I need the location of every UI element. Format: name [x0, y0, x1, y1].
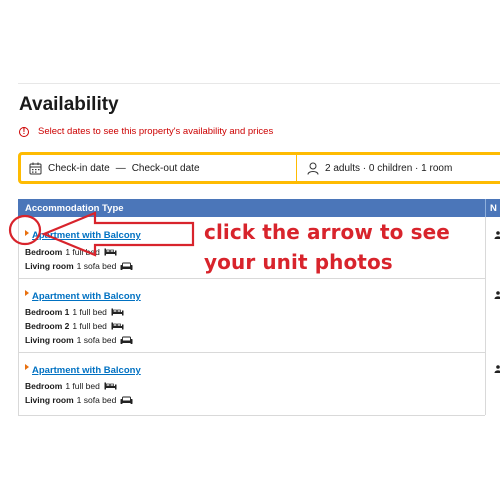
row-divider — [18, 415, 485, 416]
availability-search-bar: Check-in date — Check-out date 2 adults … — [18, 152, 500, 184]
table-right-border — [485, 217, 486, 415]
bed-room-value: 1 full bed — [72, 307, 107, 317]
date-separator: — — [115, 162, 126, 174]
room-name-link[interactable]: Apartment with Balcony — [32, 230, 141, 241]
bed-room-label: Living room — [25, 261, 74, 271]
double-bed-icon — [104, 382, 117, 390]
bed-room-label: Bedroom 2 — [25, 321, 70, 331]
bed-info: Bedroom 1 1 full bed — [25, 307, 124, 317]
date-alert: ! Select dates to see this property's av… — [19, 126, 273, 137]
double-bed-icon — [104, 248, 117, 256]
top-divider — [18, 83, 500, 84]
bed-info: Living room 1 sofa bed — [25, 395, 133, 405]
bed-room-value: 1 sofa bed — [76, 335, 117, 345]
bed-room-label: Bedroom — [25, 381, 63, 391]
sofa-bed-icon — [120, 262, 133, 271]
room-table-header: Accommodation Type N — [18, 199, 500, 217]
bed-info: Bedroom 2 1 full bed — [25, 321, 124, 331]
bed-room-label: Bedroom 1 — [25, 307, 70, 317]
double-bed-icon — [111, 308, 124, 316]
table-row: Apartment with Balcony Bedroom 1 full be… — [18, 353, 500, 415]
sofa-bed-icon — [120, 396, 133, 405]
accommodation-type-header: Accommodation Type — [25, 203, 124, 214]
bed-room-value: 1 full bed — [72, 321, 107, 331]
room-name-link[interactable]: Apartment with Balcony — [32, 365, 141, 376]
guests-value: 2 adults · 0 children · 1 room — [325, 162, 453, 174]
page-title: Availability — [19, 94, 119, 115]
occupancy-person-icon — [494, 291, 500, 299]
expand-arrow-icon[interactable] — [25, 230, 29, 236]
calendar-icon — [29, 162, 42, 175]
annotation-text-line-2: your unit photos — [204, 250, 393, 274]
occupancy-person-icon — [494, 231, 500, 239]
bed-room-value: 1 sofa bed — [76, 395, 117, 405]
date-picker-field[interactable]: Check-in date — Check-out date — [21, 155, 297, 181]
checkout-placeholder: Check-out date — [131, 162, 200, 174]
bed-room-label: Living room — [25, 395, 74, 405]
table-row: Apartment with Balcony Bedroom 1 1 full … — [18, 279, 500, 352]
checkin-placeholder: Check-in date — [48, 162, 110, 174]
expand-arrow-icon[interactable] — [25, 290, 29, 296]
bed-room-label: Bedroom — [25, 247, 63, 257]
sofa-bed-icon — [120, 336, 133, 345]
guests-selector[interactable]: 2 adults · 0 children · 1 room — [297, 155, 500, 181]
annotation-text-line-1: click the arrow to see — [204, 220, 450, 244]
person-icon — [307, 162, 319, 175]
double-bed-icon — [111, 322, 124, 330]
bed-info: Bedroom 1 full bed — [25, 247, 117, 257]
bed-info: Living room 1 sofa bed — [25, 261, 133, 271]
bed-room-value: 1 full bed — [65, 247, 100, 257]
alert-text: Select dates to see this property's avai… — [38, 126, 274, 137]
occupancy-person-icon — [494, 365, 500, 373]
alert-circle-icon: ! — [19, 126, 29, 137]
expand-arrow-icon[interactable] — [25, 364, 29, 370]
bed-room-value: 1 sofa bed — [76, 261, 117, 271]
room-name-link[interactable]: Apartment with Balcony — [32, 291, 141, 302]
bed-room-value: 1 full bed — [65, 381, 100, 391]
header-divider — [485, 199, 486, 217]
next-column-header: N — [490, 203, 497, 214]
bed-room-label: Living room — [25, 335, 74, 345]
bed-info: Bedroom 1 full bed — [25, 381, 117, 391]
bed-info: Living room 1 sofa bed — [25, 335, 133, 345]
